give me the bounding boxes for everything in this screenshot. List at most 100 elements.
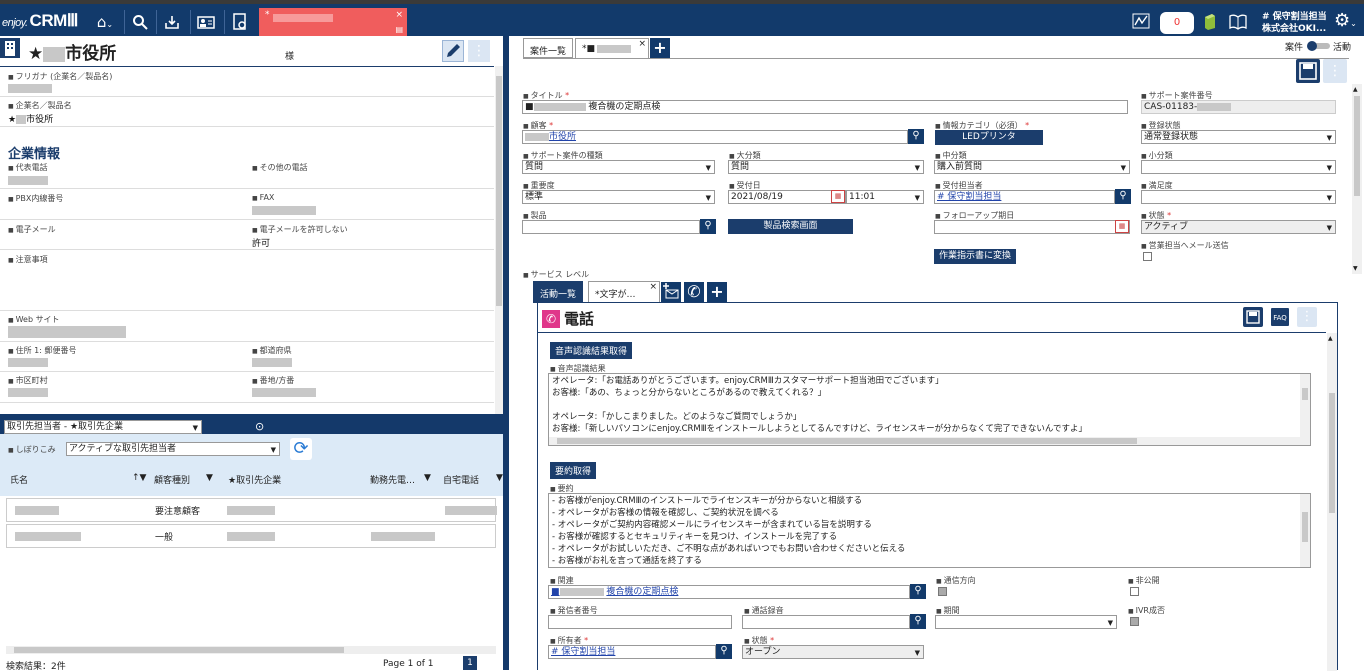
priority-select[interactable]: 標準 [522, 190, 715, 204]
tab-active-activity[interactable]: *文字が… × [588, 281, 660, 303]
customer-input[interactable]: 市役所 [522, 130, 908, 144]
tab-active-case[interactable]: *■ × [575, 38, 649, 58]
faq-button[interactable]: FAQ [1270, 307, 1290, 327]
close-icon[interactable]: × [649, 282, 657, 292]
save-icon[interactable] [1296, 59, 1320, 83]
add-phone-icon[interactable]: ✆ [684, 282, 704, 302]
activity-scrollbar[interactable]: ▲ [1327, 333, 1337, 671]
middle-category-select[interactable]: 購入前質問 [934, 160, 1130, 174]
caller-input[interactable] [548, 615, 732, 629]
case-activity-toggle[interactable] [1307, 41, 1330, 51]
sort-icon[interactable]: ↑▼ [132, 473, 146, 483]
product-search-icon[interactable]: ⚲ [700, 219, 716, 234]
major-category-select[interactable]: 質問 [728, 160, 924, 174]
calendar-icon[interactable]: ▦ [831, 190, 845, 203]
search-icon[interactable] [128, 10, 152, 34]
case-type-select[interactable]: 質問 [522, 160, 715, 174]
direction-checkbox[interactable] [938, 587, 947, 596]
column-work-phone[interactable]: 勤務先電… [370, 473, 415, 486]
account-detail-panel: ★市役所 様 ⋮ フリガナ (企業名／製品名) 企業名／製品名 ★市役所 企業情… [0, 36, 503, 414]
more-menu-icon[interactable]: ⋮ [1297, 307, 1317, 327]
tab-activity-list[interactable]: 活動一覧 [533, 281, 584, 303]
recording-search-icon[interactable]: ⚲ [910, 614, 926, 629]
home-icon[interactable]: ⌂⌄ [90, 10, 120, 34]
edit-pencil-icon[interactable] [442, 40, 464, 62]
more-menu-icon[interactable]: ⋮ [1323, 59, 1347, 83]
gear-icon[interactable]: ⚙⌄ [1334, 10, 1357, 31]
inbox-icon[interactable] [160, 10, 184, 34]
column-home-phone[interactable]: 自宅電話 [443, 473, 479, 486]
more-menu-icon[interactable]: ⋮ [468, 40, 490, 62]
filter-icon[interactable]: ▼ [496, 473, 503, 483]
support-no-field: CAS-01183- [1141, 100, 1336, 114]
close-icon[interactable]: × [638, 39, 646, 49]
title-input[interactable]: ■ 複合機の定期点検 [522, 100, 1128, 114]
service-level-label: サービス レベル [523, 269, 590, 280]
column-account[interactable]: ★取引先企業 [228, 473, 281, 486]
status-select[interactable]: オープン [742, 645, 924, 659]
cube-icon[interactable] [1203, 13, 1217, 31]
receiver-input[interactable]: # 保守割当担当 [934, 190, 1115, 204]
recording-input[interactable] [742, 615, 910, 629]
received-time-select[interactable]: 11:01 [846, 190, 924, 204]
product-input[interactable] [522, 220, 700, 234]
filter-icon[interactable]: ▼ [424, 473, 431, 483]
toggle-label-case: 案件 [1285, 43, 1304, 53]
filter-label: しぼりこみ [8, 444, 56, 455]
add-tab-button[interactable]: + [650, 38, 670, 58]
notification-badge[interactable]: 0 [1160, 12, 1194, 34]
section-title: 企業情報 [8, 147, 61, 162]
state-select[interactable]: アクティブ [1141, 220, 1336, 234]
customer-search-icon[interactable]: ⚲ [908, 129, 924, 144]
period-select[interactable] [935, 615, 1117, 629]
expand-circle-icon[interactable]: ⊙ [255, 420, 264, 433]
table-row[interactable]: 要注意顧客 [6, 498, 497, 522]
receiver-search-icon[interactable]: ⚲ [1115, 189, 1131, 204]
chart-icon[interactable] [1130, 12, 1152, 32]
sales-mail-label: 営業担当へメール送信 [1141, 240, 1229, 251]
satisfaction-select[interactable] [1141, 190, 1336, 204]
received-date-input[interactable]: 2021/08/19 [728, 190, 846, 204]
table-row[interactable]: 一般 [6, 524, 496, 548]
app-logo[interactable]: enjoy. CRMⅢ [2, 11, 78, 31]
user-info[interactable]: # 保守割当担当 株式会社OKI... [1262, 11, 1327, 35]
settings-document-icon[interactable] [228, 10, 252, 34]
view-select[interactable]: 取引先担当者 - ★取引先企業 [4, 420, 202, 434]
close-icon[interactable]: × [395, 10, 403, 20]
column-name[interactable]: 氏名 [10, 473, 28, 486]
refresh-icon[interactable]: ⟳ [290, 438, 312, 460]
add-email-icon[interactable] [661, 282, 681, 302]
owner-search-icon[interactable]: ⚲ [716, 644, 732, 659]
save-icon[interactable] [1243, 307, 1263, 327]
private-checkbox[interactable] [1130, 587, 1139, 596]
minor-category-select[interactable] [1141, 160, 1336, 174]
book-icon[interactable] [1229, 13, 1247, 31]
contacts-icon[interactable] [194, 10, 218, 34]
ivr-checkbox[interactable] [1130, 617, 1139, 626]
reg-status-select[interactable]: 通常登録状態 [1141, 130, 1336, 144]
active-record-tab[interactable]: * × ▤ [259, 8, 407, 36]
form-scrollbar[interactable]: ▲ ▼ [1352, 84, 1362, 274]
add-activity-button[interactable]: + [707, 282, 727, 302]
column-customer-type[interactable]: 顧客種別 [154, 473, 190, 486]
filter-select[interactable]: アクティブな取引先担当者 [66, 442, 280, 456]
category-button[interactable]: LEDプリンタ [935, 130, 1043, 145]
voice-recognition-button[interactable]: 音声認識結果取得 [550, 342, 633, 359]
transcript-textarea[interactable]: オペレータ:「お電話ありがとうございます。enjoy.CRMⅢカスタマーサポート… [548, 373, 1311, 446]
related-contacts-panel: 取引先担当者 - ★取引先企業 ⊙ しぼりこみ アクティブな取引先担当者 ⟳ 氏… [0, 420, 503, 672]
horizontal-scrollbar[interactable] [6, 646, 496, 654]
left-scrollbar[interactable] [495, 66, 503, 414]
filter-icon[interactable]: ▼ [206, 473, 213, 483]
followup-date-input[interactable] [934, 220, 1130, 234]
sales-mail-checkbox[interactable] [1143, 252, 1152, 261]
related-input[interactable]: ■ 複合機の定期点検 [548, 585, 910, 599]
work-order-button[interactable]: 作業指示書に変換 [934, 249, 1016, 264]
tab-case-list[interactable]: 案件一覧 [523, 38, 574, 58]
summary-textarea[interactable]: - お客様がenjoy.CRMⅢのインストールでライセンスキーが分からないと相談… [548, 493, 1311, 568]
product-search-button[interactable]: 製品検索画面 [728, 219, 853, 234]
calendar-icon[interactable]: ▦ [1115, 220, 1129, 233]
page-button[interactable]: 1 [463, 656, 477, 670]
owner-input[interactable]: # 保守割当担当 [548, 645, 716, 659]
related-search-icon[interactable]: ⚲ [910, 584, 926, 599]
summary-button[interactable]: 要約取得 [550, 462, 597, 479]
